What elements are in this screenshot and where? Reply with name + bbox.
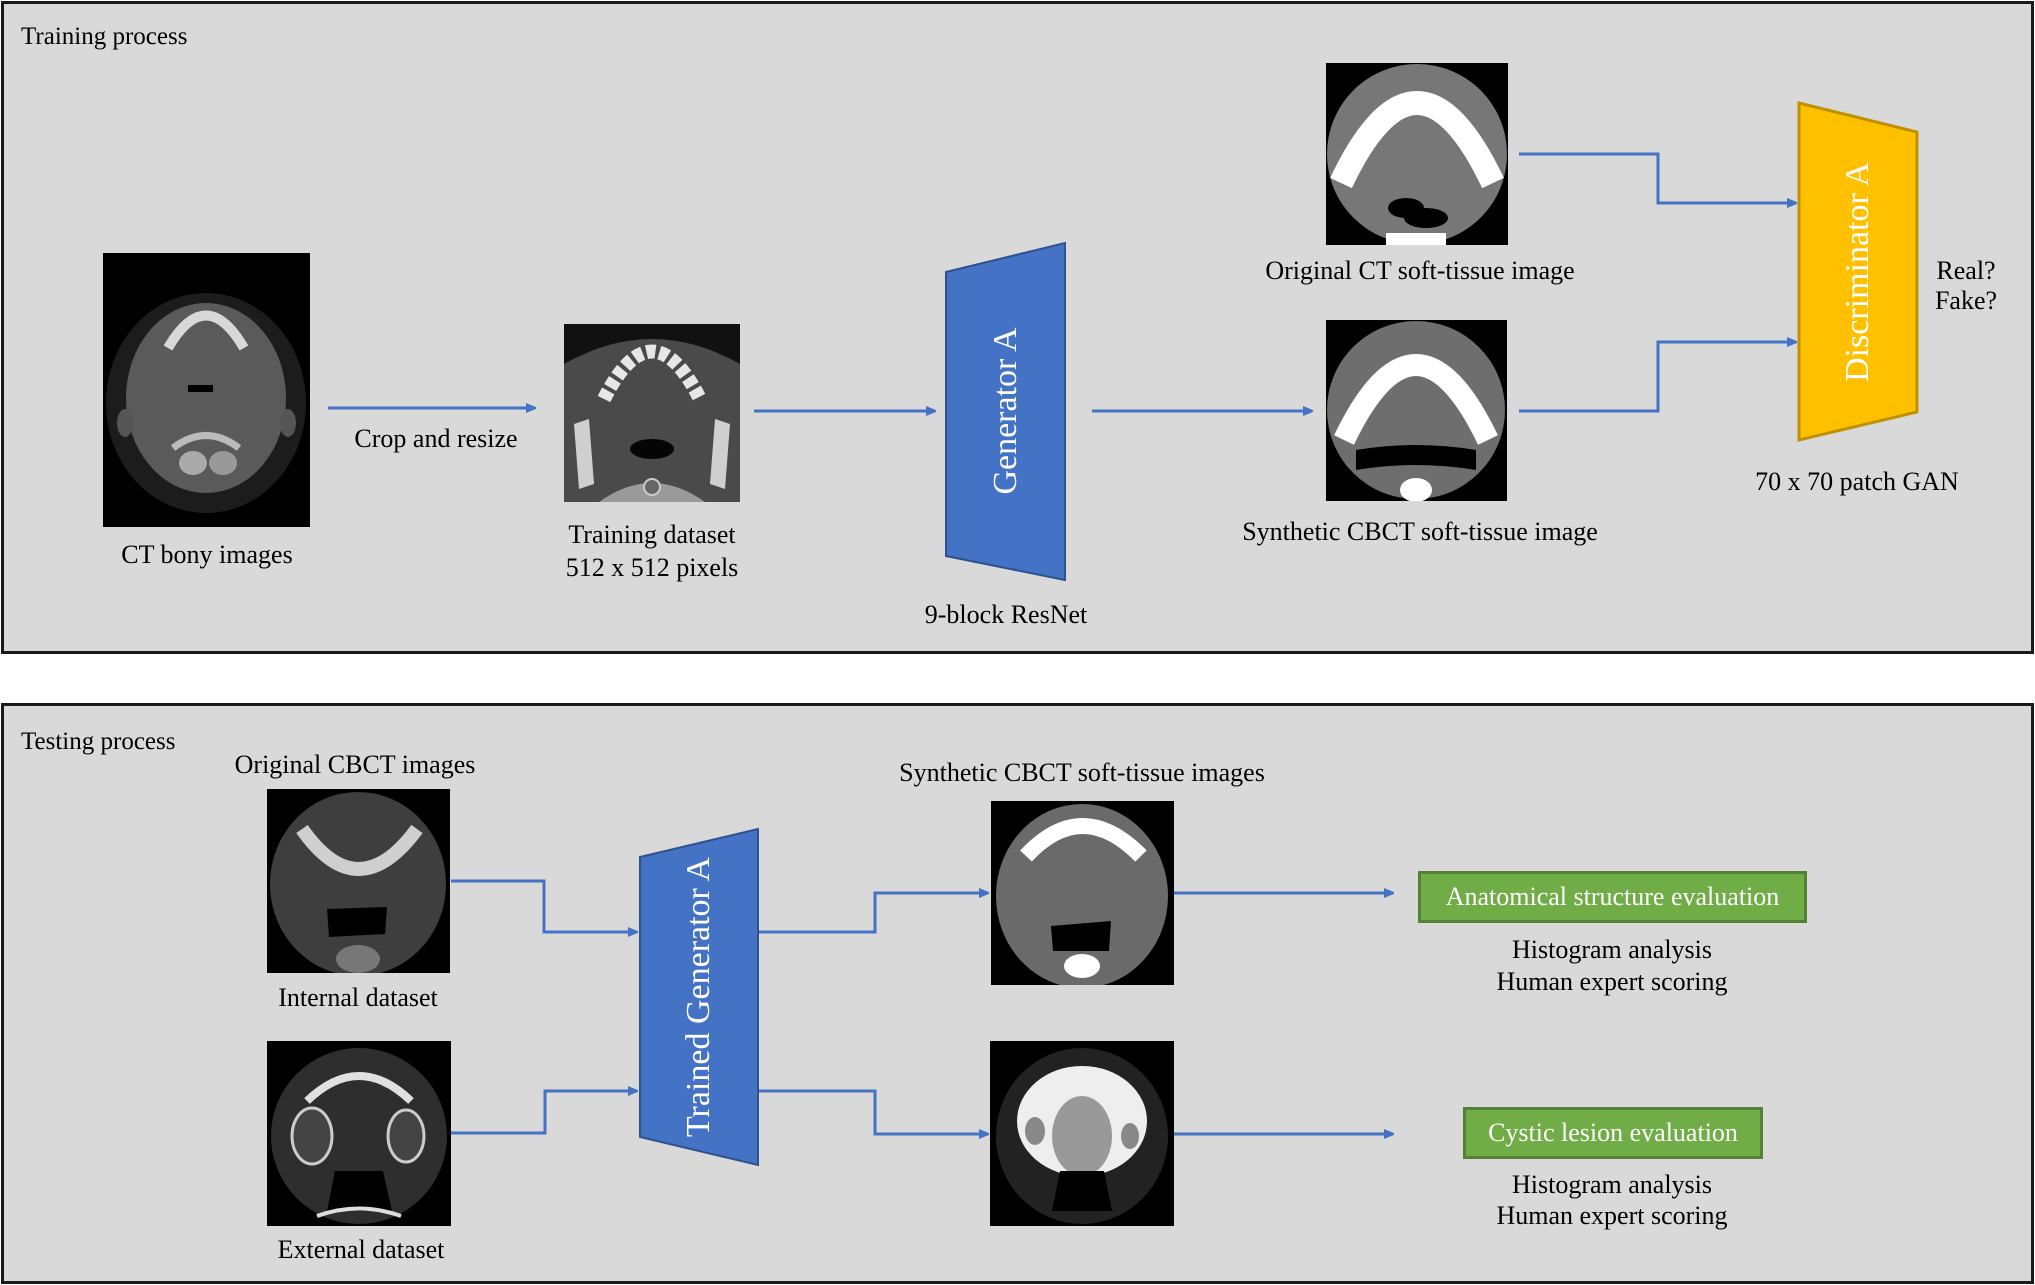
ct-soft-tissue-image <box>1326 63 1508 245</box>
training-panel-title: Training process <box>21 23 188 50</box>
trained-generator-a-label: Trained Generator A <box>680 856 717 1138</box>
anatomical-evaluation-box: Anatomical structure evaluation <box>1418 871 1807 923</box>
synthetic-internal-image <box>991 801 1174 985</box>
synthetic-external-image <box>990 1041 1174 1226</box>
ct-bony-label: CT bony images <box>121 540 293 569</box>
crop-resize-label: Crop and resize <box>354 424 518 453</box>
cystic-method-expert: Human expert scoring <box>1496 1201 1728 1230</box>
cystic-evaluation-label: Cystic lesion evaluation <box>1488 1118 1738 1147</box>
external-dataset-label: External dataset <box>277 1235 445 1264</box>
real-label: Real? <box>1936 256 1996 285</box>
training-dataset-label: Training dataset <box>568 520 736 549</box>
fake-label: Fake? <box>1934 286 1998 315</box>
training-dataset-size: 512 x 512 pixels <box>565 553 739 582</box>
original-cbct-heading: Original CBCT images <box>234 750 476 779</box>
cbct-internal-image <box>267 789 450 973</box>
ct-bony-scan-image <box>103 253 310 527</box>
synthetic-cbct-image <box>1326 320 1507 501</box>
testing-panel-title: Testing process <box>21 728 176 755</box>
cystic-evaluation-box: Cystic lesion evaluation <box>1463 1107 1763 1159</box>
dental-ct-crop-image <box>564 324 740 502</box>
synthetic-cbct-heading: Synthetic CBCT soft-tissue images <box>899 758 1265 787</box>
cystic-method-histogram: Histogram analysis <box>1511 1170 1713 1199</box>
cbct-external-image <box>267 1041 451 1226</box>
discriminator-a-label: Discriminator A <box>1839 161 1876 383</box>
anatomical-method-histogram: Histogram analysis <box>1511 935 1713 964</box>
anatomical-method-expert: Human expert scoring <box>1496 967 1728 996</box>
original-ct-label: Original CT soft-tissue image <box>1265 256 1575 285</box>
discriminator-caption: 70 x 70 patch GAN <box>1755 467 1959 496</box>
anatomical-evaluation-label: Anatomical structure evaluation <box>1445 882 1780 911</box>
generator-caption: 9-block ResNet <box>924 600 1088 629</box>
generator-a-label: Generator A <box>987 327 1024 495</box>
synthetic-cbct-label: Synthetic CBCT soft-tissue image <box>1242 517 1598 546</box>
internal-dataset-label: Internal dataset <box>278 983 438 1012</box>
